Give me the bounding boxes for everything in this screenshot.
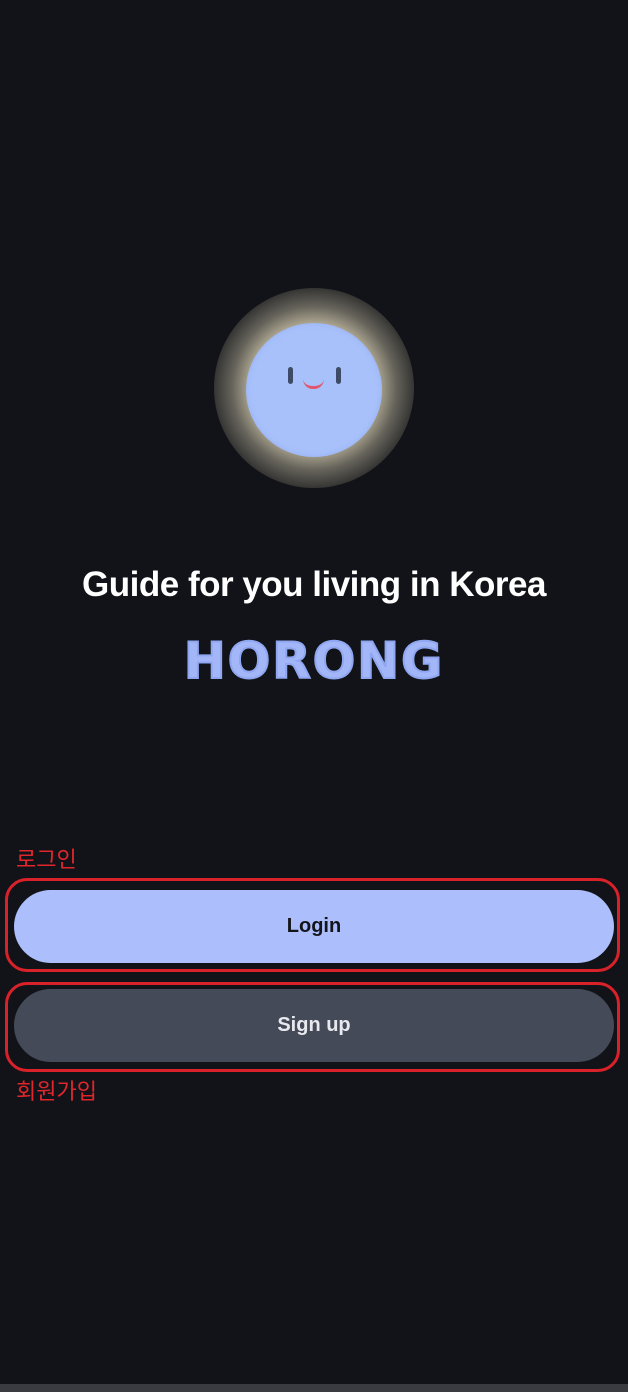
smiling-moon-icon [246, 323, 382, 457]
brand-logo: HORONG [183, 631, 445, 691]
bottom-scrollbar [0, 1384, 628, 1392]
left-eye [288, 367, 293, 384]
smile-mouth [303, 379, 324, 389]
tagline: Guide for you living in Korea [82, 565, 546, 604]
login-annotation-label: 로그인 [16, 847, 77, 872]
signup-button[interactable]: Sign up [14, 989, 614, 1062]
welcome-screen: Guide for you living in Korea HORONG 로그인… [0, 0, 628, 1384]
right-eye [336, 367, 341, 384]
login-button[interactable]: Login [14, 890, 614, 963]
signup-annotation-label: 회원가입 [16, 1079, 97, 1104]
